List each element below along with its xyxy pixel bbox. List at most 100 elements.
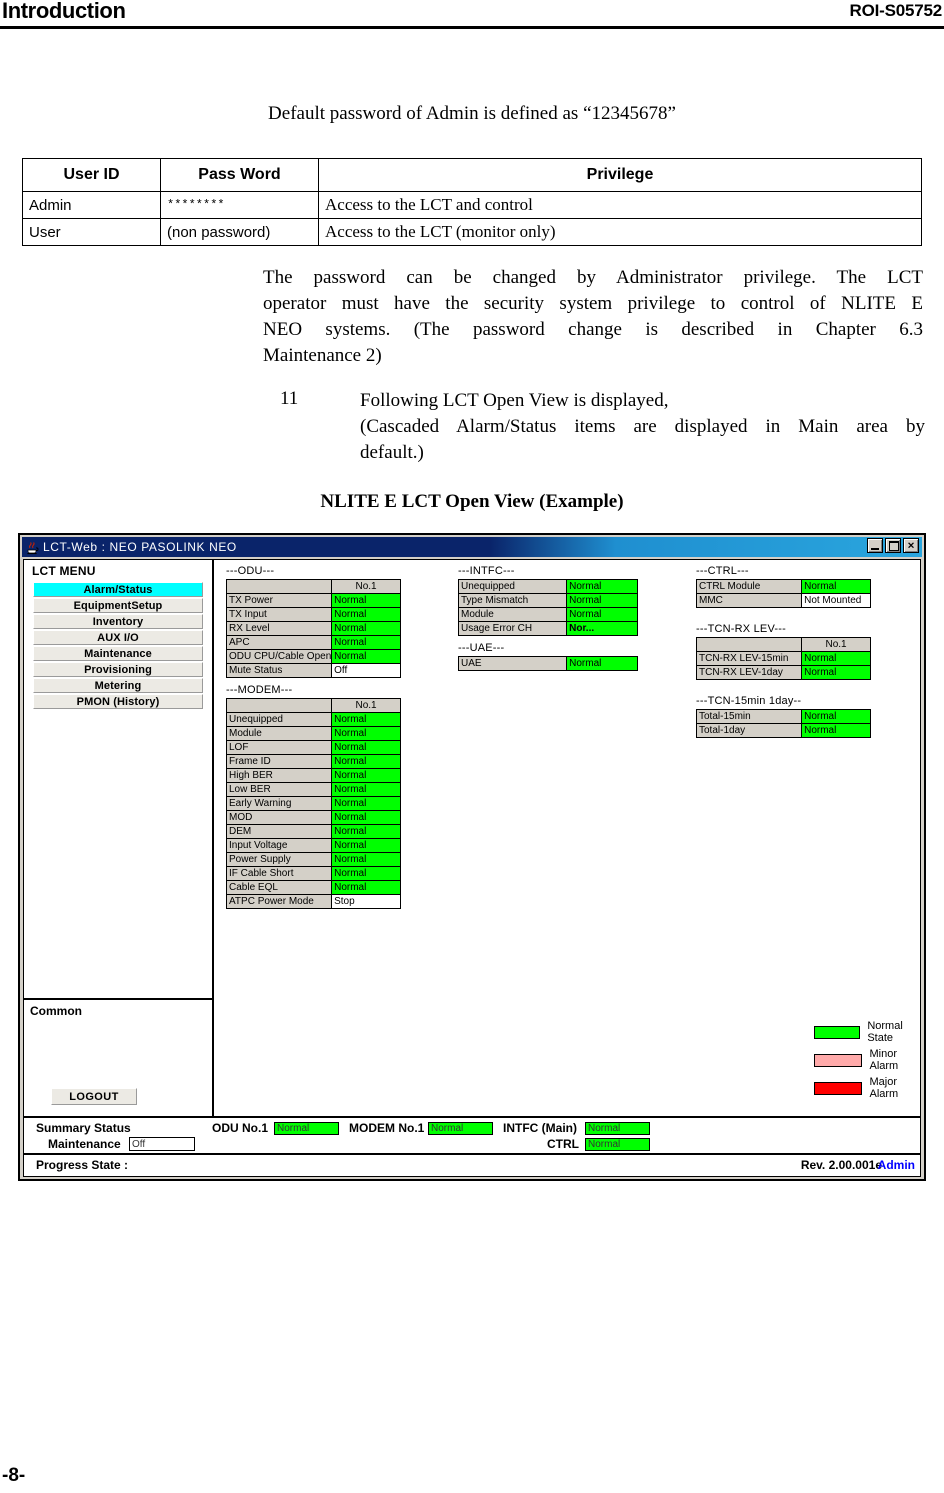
page-number: -8- <box>2 1465 26 1486</box>
status-badge: Normal <box>331 810 401 825</box>
summary-status-bar: Summary Status Maintenance Off ODU No.1 … <box>24 1118 920 1155</box>
table-row: ODU CPU/Cable Open Normal <box>225 649 401 664</box>
sidebar-item-equipmentsetup[interactable]: EquipmentSetup <box>33 598 203 613</box>
current-user-label: Admin <box>877 1158 915 1172</box>
table-row: TX Input Normal <box>225 607 401 622</box>
table-row: Admin ******** Access to the LCT and con… <box>22 191 922 219</box>
table-row: Cable EQL Normal <box>225 880 401 895</box>
table-row: Unequipped Normal <box>225 712 401 727</box>
status-badge: Normal <box>801 709 871 724</box>
legend-item-major: Major Alarm <box>814 1076 920 1100</box>
sidebar-item-aux-io[interactable]: AUX I/O <box>33 630 203 645</box>
window-title: LCT-Web : NEO PASOLINK NEO <box>43 540 237 554</box>
status-badge: Normal <box>801 723 871 738</box>
table-row: Usage Error CH Nor... <box>457 621 638 636</box>
row-label: High BER <box>225 768 333 783</box>
cell-user-id: User <box>22 218 161 246</box>
table-row: Frame ID Normal <box>225 754 401 769</box>
row-label: Low BER <box>225 782 333 797</box>
tcn-header-blank <box>695 637 803 652</box>
table-row: Mute Status Off <box>225 663 401 678</box>
group-label-tcn-rx-lev: ---TCN-RX LEV--- <box>696 623 786 635</box>
step-line-3: default.) <box>360 442 424 463</box>
group-label-ctrl: ---CTRL--- <box>696 565 749 577</box>
window-controls: ✕ <box>867 538 919 553</box>
column-ctrl-tcn: ---CTRL--- CTRL Module Normal MMC Not Moun… <box>695 565 871 744</box>
sidebar-item-maintenance[interactable]: Maintenance <box>33 646 203 661</box>
modem-header-no1: No.1 <box>331 698 401 713</box>
status-badge: Normal <box>331 838 401 853</box>
sidebar-item-inventory[interactable]: Inventory <box>33 614 203 629</box>
window-client-area: LCT MENU Alarm/Status EquipmentSetup Inv… <box>23 559 921 1177</box>
revision-label: Rev. 2.00.001e <box>800 1158 882 1172</box>
sidebar-item-alarm-status[interactable]: Alarm/Status <box>33 582 203 597</box>
row-label: Early Warning <box>225 796 333 811</box>
step-line-1: Following LCT Open View is displayed, <box>360 390 669 411</box>
sidebar-item-metering[interactable]: Metering <box>33 678 203 693</box>
group-label-modem: ---MODEM--- <box>226 684 293 696</box>
status-badge: Normal <box>331 635 401 650</box>
table-row: Unequipped Normal <box>457 579 638 594</box>
cell-privilege: Access to the LCT (monitor only) <box>318 218 922 246</box>
row-label: MMC <box>695 593 803 608</box>
legend-item-minor: Minor Alarm <box>814 1048 920 1072</box>
maintenance-field[interactable]: Off <box>129 1137 195 1151</box>
table-row: DEM Normal <box>225 824 401 839</box>
summary-status-title: Summary Status <box>36 1121 131 1135</box>
progress-state-bar: Progress State : Rev. 2.00.001e Admin <box>24 1155 920 1176</box>
table-row: TCN-RX LEV-15min Normal <box>695 651 871 666</box>
row-label: Mute Status <box>225 663 333 678</box>
table-row: Low BER Normal <box>225 782 401 797</box>
row-label: Unequipped <box>225 712 333 727</box>
summary-intfc-label: INTFC (Main) <box>503 1121 577 1135</box>
window-titlebar[interactable]: LCT-Web : NEO PASOLINK NEO ✕ <box>22 537 922 557</box>
status-badge: Normal <box>331 621 401 636</box>
table-row: User (non password) Access to the LCT (m… <box>22 218 922 246</box>
close-button[interactable]: ✕ <box>903 538 919 553</box>
status-badge: Normal <box>331 880 401 895</box>
row-label: ATPC Power Mode <box>225 894 333 909</box>
progress-state-label: Progress State : <box>36 1158 129 1172</box>
step-line-2: (Cascaded Alarm/Status items are display… <box>360 416 925 437</box>
paragraph-line-2: operator must have the security system p… <box>263 293 923 314</box>
minimize-button[interactable] <box>867 538 883 553</box>
lct-window: LCT-Web : NEO PASOLINK NEO ✕ LCT MENU Al… <box>18 533 926 1181</box>
sidebar-item-provisioning[interactable]: Provisioning <box>33 662 203 677</box>
row-label: LOF <box>225 740 333 755</box>
row-label: Module <box>225 726 333 741</box>
logout-button[interactable]: LOGOUT <box>51 1088 137 1105</box>
group-label-odu: ---ODU--- <box>226 565 275 577</box>
table-intfc: Unequipped Normal Type Mismatch Normal Mod… <box>457 579 638 636</box>
figure-title: NLITE E LCT Open View (Example) <box>320 491 624 512</box>
legend-swatch-minor <box>814 1053 863 1067</box>
status-value: Off <box>331 663 401 678</box>
page-header: Introduction ROI-S05752 <box>0 0 944 29</box>
table-row: Total-15min Normal <box>695 709 871 724</box>
cell-privilege: Access to the LCT and control <box>318 191 922 219</box>
table-row: CTRL Module Normal <box>695 579 871 594</box>
menu-pane: LCT MENU Alarm/Status EquipmentSetup Inv… <box>24 560 214 1000</box>
header-password: Pass Word <box>160 158 319 192</box>
row-label: TX Power <box>225 593 333 608</box>
java-coffee-cup-icon <box>24 539 40 555</box>
cell-user-id: Admin <box>22 191 161 219</box>
table-row: TX Power Normal <box>225 593 401 608</box>
status-badge: Normal <box>566 656 638 671</box>
table-row: IF Cable Short Normal <box>225 866 401 881</box>
table-row: LOF Normal <box>225 740 401 755</box>
row-label: Usage Error CH <box>457 621 568 636</box>
column-intfc-uae: ---INTFC--- Unequipped Normal Type Mismat… <box>457 565 638 677</box>
table-ctrl: CTRL Module Normal MMC Not Mounted <box>695 579 871 608</box>
status-badge: Normal <box>331 712 401 727</box>
row-label: Module <box>457 607 568 622</box>
table-header-row: No.1 <box>225 579 401 594</box>
common-pane: Common LOGOUT <box>24 1000 214 1118</box>
summary-odu-status: Normal <box>274 1122 339 1135</box>
row-label: APC <box>225 635 333 650</box>
privilege-table: User ID Pass Word Privilege Admin ******… <box>22 158 922 246</box>
table-row: MOD Normal <box>225 810 401 825</box>
status-badge: Normal <box>566 593 638 608</box>
maximize-button[interactable] <box>885 538 901 553</box>
sidebar-item-pmon-history[interactable]: PMON (History) <box>33 694 203 709</box>
